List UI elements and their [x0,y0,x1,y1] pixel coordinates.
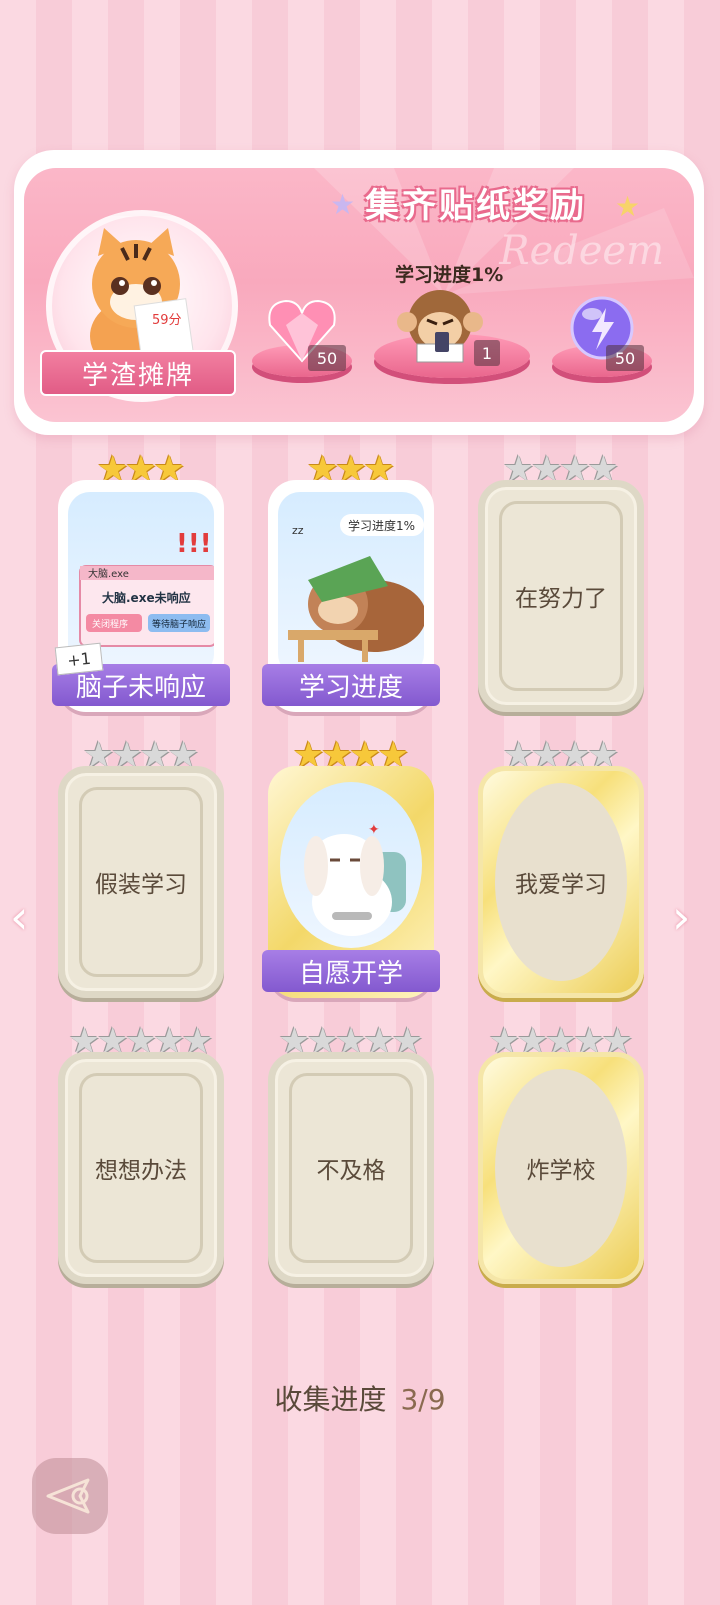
card-art: 学习进度1% zz [278,492,424,676]
decor-star-icon: ★ [615,190,641,223]
computer-popup-icon: !!! 大脑.exe 大脑.exe未响应 关闭程序 等待脑子响应 [79,529,214,647]
svg-text:等待脑子响应: 等待脑子响应 [152,618,206,630]
collection-progress-value: 3/9 [400,1383,446,1416]
sticker-card-locked[interactable]: 想想办法 [58,1052,224,1284]
reward-count: 50 [308,345,346,371]
card-title: 炸学校 [526,1158,596,1184]
svg-text:!!!: !!! [176,529,212,559]
sticker-card-locked[interactable]: 假装学习 [58,766,224,998]
sloth-sticker-icon: 学习进度1% zz [288,514,424,662]
back-arrow-icon [46,1478,90,1514]
sticker-card[interactable]: 学习进度1% zz 学习进度 [262,480,440,712]
svg-text:zz: zz [292,524,304,537]
chevron-right-icon[interactable]: › [672,890,690,944]
card-title: 想想办法 [95,1158,187,1184]
reward-count: 1 [474,340,500,366]
card-title: 假装学习 [95,872,187,898]
svg-text:大脑.exe未响应: 大脑.exe未响应 [102,590,191,605]
reward-count: 50 [606,345,644,371]
card-title: 学习进度 [262,664,440,706]
bunny-sticker-icon: ✦ [304,822,406,936]
card-title: 在努力了 [515,586,607,612]
banner-title: 集齐贴纸奖励 [365,186,587,226]
sticker-card[interactable]: !!! 大脑.exe 大脑.exe未响应 关闭程序 等待脑子响应 脑子未响应 [52,480,230,712]
decor-star-icon: ★ [330,188,356,221]
collection-progress-label: 收集进度 [274,1383,387,1416]
card-title: 我爱学习 [515,872,607,898]
main-reward-label: 学渣摊牌 [40,350,236,396]
svg-text:学习进度1%: 学习进度1% [348,518,415,533]
sticker-card-locked[interactable]: 炸学校 [478,1052,644,1284]
svg-text:✦: ✦ [368,822,380,838]
card-title: 自愿开学 [262,950,440,992]
back-button[interactable] [32,1458,108,1534]
sticker-card[interactable]: ✦ 自愿开学 [262,766,440,998]
card-title: 不及格 [316,1158,386,1184]
collection-progress: 收集进度 3/9 [0,1378,720,1418]
sticker-card-locked[interactable]: 我爱学习 [478,766,644,998]
svg-text:59分: 59分 [152,313,182,328]
new-count-badge: +1 [54,642,104,676]
sticker-card-locked[interactable]: 在努力了 [478,480,644,712]
svg-text:关闭程序: 关闭程序 [92,618,128,630]
monkey-sticker-icon[interactable] [395,282,485,366]
svg-text:大脑.exe: 大脑.exe [88,567,129,580]
card-art: ✦ [280,782,422,948]
chevron-left-icon[interactable]: ‹ [10,890,28,944]
sticker-card-locked[interactable]: 不及格 [268,1052,434,1284]
